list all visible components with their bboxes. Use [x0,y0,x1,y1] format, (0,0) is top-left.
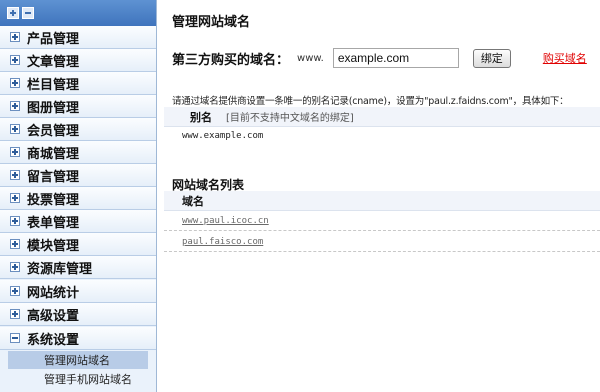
domain-input[interactable] [332,48,459,68]
sidebar-subitem-mobile-domain[interactable]: 管理手机网站域名 [8,370,148,388]
collapse-icon [10,333,20,343]
cname-instructions: 请通过域名提供商设置一条唯一的别名记录(cname)，设置为"paul.z.fa… [172,96,569,107]
expand-icon [10,239,20,249]
domain-list-header: 域名 [164,191,600,211]
sidebar-item-label: 高级设置 [27,308,80,324]
sidebar-item-modules[interactable]: 模块管理 [0,233,156,256]
sidebar-item-products[interactable]: 产品管理 [0,26,156,49]
sidebar-item-label: 表单管理 [27,215,80,231]
sidebar-item-messages[interactable]: 留言管理 [0,164,156,187]
expand-icon [10,32,20,42]
sidebar-subitem-site-domain[interactable]: 管理网站域名 [8,351,148,369]
sidebar-item-label: 商城管理 [27,146,80,162]
alias-column-header: 别名 [190,110,212,124]
third-party-domain-label: 第三方购买的域名： [172,52,290,68]
sidebar-item-system[interactable]: 系统设置 [0,327,156,350]
alias-table-header: 别名 [目前不支持中文域名的绑定] [164,107,600,127]
alias-value: www.example.com [182,131,264,141]
expand-icon [10,55,20,65]
collapse-all-icon[interactable] [22,7,34,19]
sidebar-item-mall[interactable]: 商城管理 [0,141,156,164]
domain-link[interactable]: www.paul.icoc.cn [182,216,269,226]
sidebar-item-label: 系统设置 [27,332,80,348]
domain-list-row: www.paul.icoc.cn [164,211,600,231]
expand-icon [10,286,20,296]
alias-tip: [目前不支持中文域名的绑定] [226,113,354,124]
sidebar-item-label: 模块管理 [27,238,80,254]
sidebar-item-label: 栏目管理 [27,77,80,93]
page-title: 管理网站域名 [172,15,251,30]
sidebar-item-resources[interactable]: 资源库管理 [0,256,156,279]
expand-icon [10,309,20,319]
expand-icon [10,101,20,111]
sidebar-item-columns[interactable]: 栏目管理 [0,72,156,95]
main-content: 管理网站域名 第三方购买的域名： www. 绑定 购买域名 请通过域名提供商设置… [158,0,600,392]
sidebar-item-label: 投票管理 [27,192,80,208]
sidebar-item-albums[interactable]: 图册管理 [0,95,156,118]
sidebar-item-advanced[interactable]: 高级设置 [0,303,156,326]
expand-icon [10,147,20,157]
domain-link[interactable]: paul.faisco.com [182,237,263,247]
domain-bind-row: 第三方购买的域名： www. 绑定 购买域名 [172,48,592,68]
expand-icon [10,124,20,134]
sidebar-item-label: 网站统计 [27,285,80,301]
expand-icon [10,170,20,180]
sidebar: 产品管理 文章管理 栏目管理 图册管理 会员管理 商城管理 留言管理 投票管理 … [0,0,157,392]
bind-button[interactable]: 绑定 [472,48,511,68]
sidebar-item-label: 资源库管理 [27,261,93,277]
expand-icon [10,193,20,203]
sidebar-item-members[interactable]: 会员管理 [0,118,156,141]
sidebar-item-label: 产品管理 [27,31,80,47]
buy-domain-link[interactable]: 购买域名 [543,50,587,66]
www-prefix: www. [297,52,324,64]
sidebar-item-forms[interactable]: 表单管理 [0,210,156,233]
sidebar-item-statistics[interactable]: 网站统计 [0,280,156,303]
expand-icon [10,78,20,88]
sidebar-item-articles[interactable]: 文章管理 [0,49,156,72]
sidebar-item-label: 图册管理 [27,100,80,116]
sidebar-item-votes[interactable]: 投票管理 [0,187,156,210]
expand-icon [10,262,20,272]
expand-all-icon[interactable] [7,7,19,19]
sidebar-item-label: 留言管理 [27,169,80,185]
sidebar-toolbar [0,0,156,26]
domain-list-row: paul.faisco.com [164,232,600,252]
sidebar-item-label: 会员管理 [27,123,80,139]
domain-column-header: 域名 [182,194,204,208]
expand-icon [10,216,20,226]
sidebar-item-label: 文章管理 [27,54,80,70]
